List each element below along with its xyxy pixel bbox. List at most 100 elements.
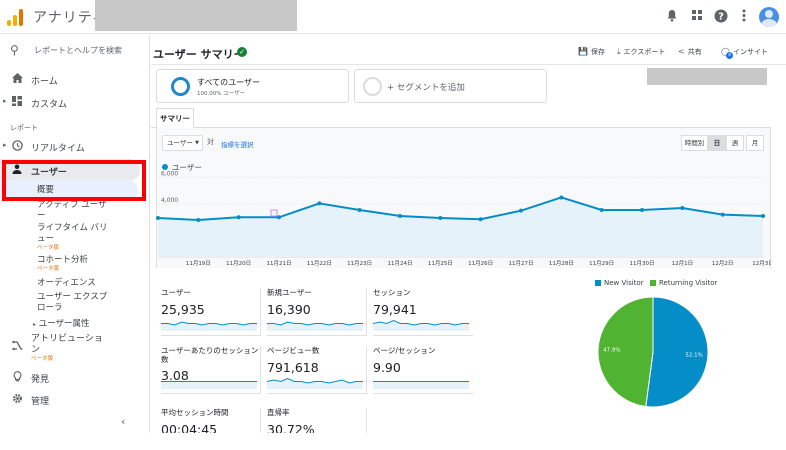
sidebar-item-cohort[interactable]: コホート分析 ベータ版	[37, 255, 112, 273]
reports-section-label: レポート	[10, 124, 38, 132]
data-point	[761, 213, 765, 218]
share-button[interactable]: < 共有	[678, 47, 702, 57]
apps-icon[interactable]	[689, 9, 705, 25]
caret-right-icon: ▸	[3, 141, 7, 149]
y-tick-label: 6,000	[161, 171, 178, 178]
sidebar-item-attribution[interactable]: アトリビューション ベータ版	[0, 331, 150, 365]
data-point	[438, 215, 443, 220]
dropdown-arrow-icon: ▼	[195, 140, 199, 146]
export-button[interactable]: ⤓ エクスポート	[617, 47, 665, 57]
segment-all-users[interactable]: すべてのユーザー 100.00% ユーザー	[156, 69, 349, 103]
period-hourly-button[interactable]: 時間別	[681, 135, 708, 151]
y-tick-label: 4,000	[161, 197, 178, 204]
sidebar-item-label: コホート分析	[37, 255, 89, 265]
pie-legend-new-visitor: New Visitor	[595, 279, 644, 287]
scorecard[interactable]: ユーザーあたりのセッション数 3.08	[161, 346, 261, 394]
help-icon[interactable]: ?	[713, 9, 729, 25]
x-tick-label: 11月21日	[267, 260, 292, 267]
scorecard-sparkline	[373, 319, 469, 331]
header-divider	[151, 64, 786, 65]
scorecard-sparkline	[161, 321, 257, 331]
sidebar-item-realtime[interactable]: ▸ リアルタイム	[0, 135, 150, 157]
sidebar-item-label: 発見	[31, 375, 50, 385]
data-point	[196, 217, 201, 222]
sidebar-item-label: ホーム	[31, 77, 58, 87]
sparkline-area	[267, 378, 363, 389]
x-tick-label: 12月1日	[672, 260, 694, 267]
data-point	[317, 201, 322, 206]
sidebar-search[interactable]: ⚲ レポートとヘルプを検索	[0, 35, 150, 66]
scorecard-label: ユーザーあたりのセッション数	[161, 346, 259, 364]
sidebar-item-label: アトリビューション ベータ版	[31, 334, 103, 363]
scorecard-sparkline	[161, 381, 257, 389]
data-point	[720, 212, 725, 217]
data-point	[357, 208, 362, 213]
x-tick-label: 11月20日	[226, 260, 251, 267]
scorecard[interactable]: ページ/セッション 9.90	[373, 346, 473, 394]
x-tick-label: 11月28日	[549, 260, 574, 267]
period-month-button[interactable]: 月	[746, 135, 764, 151]
sidebar-item-active-users[interactable]: アクティブ ユーザー	[37, 200, 112, 222]
scorecard-label: ページビュー数	[267, 346, 320, 355]
metric-select[interactable]: ユーザー ▼	[162, 135, 203, 151]
search-icon: ⚲	[10, 43, 19, 57]
x-tick-label: 11月19日	[186, 260, 211, 267]
sidebar-item-label: カスタム	[31, 100, 68, 110]
period-day-button[interactable]: 日	[708, 135, 726, 151]
metric-select-value: ユーザー	[167, 139, 193, 147]
scorecard[interactable]: 新規ユーザー 16,390	[267, 288, 367, 336]
data-point	[559, 195, 564, 200]
add-segment-button[interactable]: + セグメントを追加	[354, 69, 547, 103]
collapse-sidebar-icon[interactable]: ‹	[121, 415, 125, 428]
period-week-button[interactable]: 週	[726, 135, 744, 151]
empty-segment-ring-icon	[363, 77, 382, 96]
search-input[interactable]: レポートとヘルプを検索	[34, 45, 122, 56]
caret-right-icon: ▸	[33, 321, 37, 328]
data-point	[640, 208, 644, 213]
scorecard-value: 25,935	[161, 302, 205, 317]
sidebar-item-label: ライフタイム バリュー	[37, 223, 108, 244]
sidebar-item-home[interactable]: ホーム	[0, 68, 150, 90]
bell-icon[interactable]	[664, 9, 680, 25]
sidebar-item-user-explorer[interactable]: ユーザー エクスプローラ	[37, 292, 112, 314]
redacted-account-area	[95, 0, 297, 31]
sidebar-item-audiences[interactable]: オーディエンス	[37, 278, 112, 289]
data-point	[398, 213, 402, 218]
insights-button[interactable]: ◯ インサイト 4	[721, 47, 768, 59]
highlight-annotation-box	[2, 160, 146, 201]
tab-summary[interactable]: サマリー	[156, 108, 194, 128]
save-button[interactable]: 💾 保存	[578, 47, 605, 57]
sidebar-item-discover[interactable]: 発見	[0, 366, 150, 388]
insights-badge: 4	[726, 52, 733, 59]
scorecard[interactable]: ユーザー 25,935	[161, 288, 261, 336]
visitor-pie-chart: 52.1% 47.9%	[597, 296, 709, 408]
sidebar-item-custom[interactable]: ▸ カスタム	[0, 91, 150, 113]
scorecard[interactable]: セッション 79,941	[373, 288, 473, 336]
scorecard-label: 直帰率	[267, 408, 290, 417]
x-tick-label: 11月26日	[468, 260, 493, 267]
data-point	[519, 208, 523, 213]
main-content: ユーザー サマリー ✓ 💾 保存 ⤓ エクスポート < 共有 ◯ インサイト 4 すべて…	[151, 35, 786, 450]
sidebar-item-lifetime-value[interactable]: ライフタイム バリュー ベータ版	[37, 223, 112, 252]
svg-text:?: ?	[718, 12, 724, 23]
data-point	[277, 215, 281, 220]
sidebar-item-user-attributes[interactable]: ▸ ユーザー属性	[33, 319, 108, 330]
data-point	[156, 215, 160, 220]
lightbulb-icon	[11, 371, 23, 383]
account-icon[interactable]	[759, 7, 779, 27]
x-tick-label: 12月2日	[712, 260, 734, 267]
x-tick-label: 11月30日	[630, 260, 655, 267]
choose-metric-link[interactable]: 指標を選択	[221, 139, 254, 149]
new-visitor-swatch	[595, 280, 601, 286]
save-icon: 💾	[578, 47, 588, 56]
scorecard[interactable]: ページビュー数 791,618	[267, 346, 367, 394]
sidebar-item-label: ユーザー属性	[38, 319, 90, 329]
clock-icon	[11, 140, 23, 152]
series-area	[158, 197, 763, 257]
pie-legend-returning-visitor: Returning Visitor	[650, 279, 717, 287]
sidebar-item-admin[interactable]: 管理	[0, 388, 150, 410]
beta-badge: ベータ版	[37, 266, 60, 272]
more-vert-icon[interactable]	[736, 9, 752, 25]
returning-visitor-swatch	[650, 280, 656, 286]
vs-label: 対	[207, 138, 214, 146]
